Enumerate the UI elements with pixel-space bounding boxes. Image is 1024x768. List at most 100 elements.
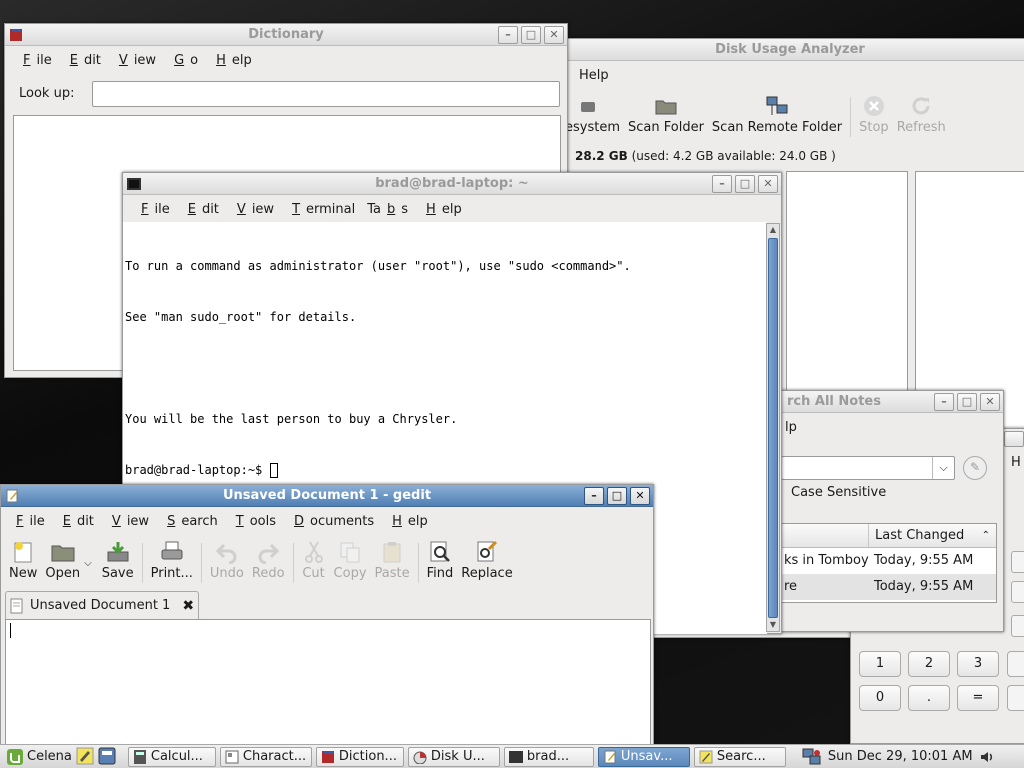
table-row[interactable]: ks in Tomboy Today, 9:55 AM xyxy=(782,548,996,574)
menu-edit[interactable]: Edit xyxy=(176,202,225,217)
text-editor[interactable] xyxy=(5,619,651,746)
minimize-button[interactable]: – xyxy=(584,487,604,505)
minimize-button[interactable]: – xyxy=(498,26,518,44)
maximize-icon: □ xyxy=(739,177,751,190)
disk-usage-menu-help[interactable]: Help xyxy=(573,68,615,83)
scroll-down-arrow[interactable]: ▼ xyxy=(767,619,779,631)
search-notes-window-buttons: – □ ✕ xyxy=(934,393,1000,411)
column-header-last-changed[interactable]: Last Changed ⌃ xyxy=(868,524,998,547)
scrollbar-thumb[interactable] xyxy=(768,238,778,618)
replace-button[interactable]: Replace xyxy=(457,537,516,581)
clock[interactable]: Sun Dec 29, 10:01 AM xyxy=(828,749,973,764)
table-row[interactable]: re Today, 9:55 AM xyxy=(782,574,996,600)
taskbar-button-character-map[interactable]: Charact... xyxy=(219,746,312,767)
calculator-menu-help[interactable]: H xyxy=(1011,455,1021,470)
menu-file[interactable]: File xyxy=(129,202,176,217)
taskbar-button-disk-usage[interactable]: Disk U... xyxy=(407,746,500,767)
gedit-titlebar[interactable]: Unsaved Document 1 - gedit – □ ✕ xyxy=(1,485,653,507)
menu-help[interactable]: Help xyxy=(380,514,434,529)
case-sensitive-checkbox[interactable]: Case Sensitive xyxy=(791,485,886,500)
network-status-icon[interactable] xyxy=(802,748,822,766)
menu-terminal[interactable]: Terminal xyxy=(280,202,361,217)
menu-file[interactable]: File xyxy=(11,53,58,68)
key-equals[interactable]: = xyxy=(957,685,999,711)
scan-remote-folder-button[interactable]: Scan Remote Folder xyxy=(708,91,846,135)
document-tab[interactable]: Unsaved Document 1 ✖ xyxy=(5,591,199,619)
terminal-scrollbar[interactable]: ▲ ▼ xyxy=(766,223,780,632)
clear-search-button[interactable]: ✎ xyxy=(963,456,987,480)
terminal-titlebar[interactable]: brad@brad-laptop: ~ – □ ✕ xyxy=(123,173,781,195)
close-button[interactable]: ✕ xyxy=(758,175,778,193)
menu-file[interactable]: File xyxy=(4,514,51,529)
menu-edit[interactable]: Edit xyxy=(51,514,100,529)
minimize-button[interactable]: – xyxy=(934,393,954,411)
disk-usage-titlebar[interactable]: Disk Usage Analyzer xyxy=(541,39,1024,61)
open-button[interactable]: Open xyxy=(41,537,84,581)
search-combobox[interactable]: ⌵ xyxy=(781,456,955,480)
menu-tabs[interactable]: Ta b s xyxy=(361,202,414,217)
close-tab-icon[interactable]: ✖ xyxy=(182,598,194,614)
menu-search[interactable]: Search xyxy=(155,514,224,529)
menu-help[interactable]: Help xyxy=(204,53,258,68)
stop-button[interactable]: Stop xyxy=(855,91,893,135)
key-blank-1[interactable] xyxy=(1011,551,1024,573)
save-button[interactable]: Save xyxy=(98,537,138,581)
maximize-button[interactable]: □ xyxy=(735,175,755,193)
volume-icon[interactable] xyxy=(979,749,995,765)
key-edge-1[interactable] xyxy=(1007,651,1024,677)
taskbar-button-terminal[interactable]: brad... xyxy=(503,746,594,767)
new-button[interactable]: New xyxy=(5,537,41,581)
filesystem-button[interactable]: esystem xyxy=(561,91,624,135)
key-edge-2[interactable] xyxy=(1007,685,1024,711)
dictionary-titlebar[interactable]: Dictionary – □ ✕ xyxy=(5,24,567,46)
maximize-button[interactable]: □ xyxy=(521,26,541,44)
key-1[interactable]: 1 xyxy=(859,651,901,677)
key-3[interactable]: 3 xyxy=(957,651,999,677)
taskbar-button-dictionary[interactable]: Diction... xyxy=(315,746,404,767)
scan-folder-label: Scan Folder xyxy=(628,120,704,135)
quicklaunch-notes[interactable] xyxy=(76,747,96,767)
menu-help[interactable]: Help xyxy=(414,202,468,217)
minimize-button[interactable]: – xyxy=(712,175,732,193)
menu-view[interactable]: View xyxy=(225,202,280,217)
menu-view[interactable]: View xyxy=(107,53,162,68)
print-button[interactable]: Print... xyxy=(147,537,197,581)
search-notes-menu-help[interactable]: lp xyxy=(779,420,803,435)
key-blank-3[interactable] xyxy=(1011,615,1024,637)
stop-icon xyxy=(863,96,884,116)
calculator-maximize-button[interactable] xyxy=(1004,431,1024,447)
key-2[interactable]: 2 xyxy=(908,651,950,677)
taskbar-button-gedit[interactable]: Unsav... xyxy=(597,746,690,767)
copy-icon xyxy=(340,542,360,563)
quicklaunch-calculator[interactable] xyxy=(98,747,118,767)
refresh-label: Refresh xyxy=(896,120,946,135)
cut-button[interactable]: Cut xyxy=(298,537,330,581)
scan-folder-button[interactable]: Scan Folder xyxy=(624,91,708,135)
menu-view[interactable]: View xyxy=(100,514,155,529)
refresh-button[interactable]: Refresh xyxy=(893,91,950,135)
close-button[interactable]: ✕ xyxy=(630,487,650,505)
taskbar-button-calculator[interactable]: Calcul... xyxy=(127,746,216,767)
open-recent-dropdown[interactable]: ⌵ xyxy=(84,537,98,570)
scroll-up-arrow[interactable]: ▲ xyxy=(767,224,779,236)
close-button[interactable]: ✕ xyxy=(980,393,1000,411)
taskbar-button-search-notes[interactable]: Searc... xyxy=(693,746,786,767)
close-button[interactable]: ✕ xyxy=(544,26,564,44)
find-button[interactable]: Find xyxy=(423,537,458,581)
menu-edit[interactable]: Edit xyxy=(58,53,107,68)
search-notes-titlebar[interactable]: rch All Notes – □ ✕ xyxy=(761,391,1003,413)
key-decimal[interactable]: . xyxy=(908,685,950,711)
menu-documents[interactable]: Documents xyxy=(282,514,380,529)
redo-button[interactable]: Redo xyxy=(248,537,289,581)
lookup-input[interactable] xyxy=(92,81,560,107)
key-blank-2[interactable] xyxy=(1011,581,1024,603)
key-0[interactable]: 0 xyxy=(859,685,901,711)
menu-go[interactable]: Go xyxy=(162,53,204,68)
menu-tools[interactable]: Tools xyxy=(224,514,282,529)
main-menu-button[interactable]: Celena xyxy=(0,748,76,766)
maximize-button[interactable]: □ xyxy=(607,487,627,505)
paste-button[interactable]: Paste xyxy=(371,537,414,581)
copy-button[interactable]: Copy xyxy=(330,537,371,581)
maximize-button[interactable]: □ xyxy=(957,393,977,411)
undo-button[interactable]: Undo xyxy=(206,537,248,581)
